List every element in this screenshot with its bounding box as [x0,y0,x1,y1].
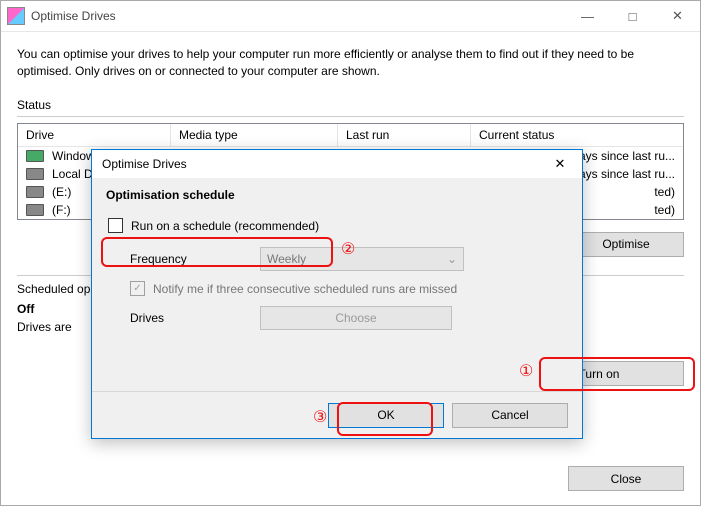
drives-label: Drives [130,311,230,325]
dialog-buttons: OK Cancel [92,391,582,438]
dialog-title: Optimise Drives [102,157,542,171]
drive-status: ted) [654,203,675,217]
notify-label: Notify me if three consecutive scheduled… [153,282,457,296]
optimise-button[interactable]: Optimise [568,232,684,257]
drive-icon [26,150,44,162]
chevron-down-icon: ⌄ [447,252,457,266]
notify-checkbox: ✓ [130,281,145,296]
choose-drives-button[interactable]: Choose [260,306,452,330]
run-on-schedule-row[interactable]: Run on a schedule (recommended) [106,214,568,237]
schedule-dialog: Optimise Drives ✕ Optimisation schedule … [91,149,583,439]
frequency-label: Frequency [130,252,230,266]
col-last[interactable]: Last run [338,124,471,146]
dialog-titlebar: Optimise Drives ✕ [92,150,582,178]
status-label: Status [17,98,684,112]
drive-icon [26,168,44,180]
col-status[interactable]: Current status [471,124,683,146]
drives-row: Drives Choose [130,306,568,330]
description-text: You can optimise your drives to help you… [17,46,684,80]
app-icon [7,7,25,25]
run-schedule-checkbox[interactable] [108,218,123,233]
minimize-button[interactable]: — [565,2,610,31]
dialog-body: Optimisation schedule Run on a schedule … [92,178,582,330]
ok-button[interactable]: OK [328,403,444,428]
col-drive[interactable]: Drive [18,124,171,146]
drive-status: ted) [654,185,675,199]
dialog-close-button[interactable]: ✕ [542,152,578,176]
table-header: Drive Media type Last run Current status [18,124,683,147]
footer-buttons: Close [568,466,684,491]
window-title: Optimise Drives [31,9,565,23]
status-rule [17,116,684,117]
dialog-heading: Optimisation schedule [106,188,568,202]
col-media[interactable]: Media type [171,124,338,146]
drive-icon [26,186,44,198]
close-window-button[interactable]: ✕ [655,2,700,31]
titlebar: Optimise Drives — □ ✕ [1,1,700,32]
run-schedule-label: Run on a schedule (recommended) [131,219,319,233]
cancel-button[interactable]: Cancel [452,403,568,428]
frequency-row: Frequency Weekly ⌄ [130,247,568,271]
frequency-value: Weekly [267,252,306,266]
drive-icon [26,204,44,216]
frequency-select[interactable]: Weekly ⌄ [260,247,464,271]
close-button[interactable]: Close [568,466,684,491]
maximize-button[interactable]: □ [610,2,655,31]
notify-row: ✓ Notify me if three consecutive schedul… [130,281,568,296]
optimise-drives-window: Optimise Drives — □ ✕ You can optimise y… [0,0,701,506]
